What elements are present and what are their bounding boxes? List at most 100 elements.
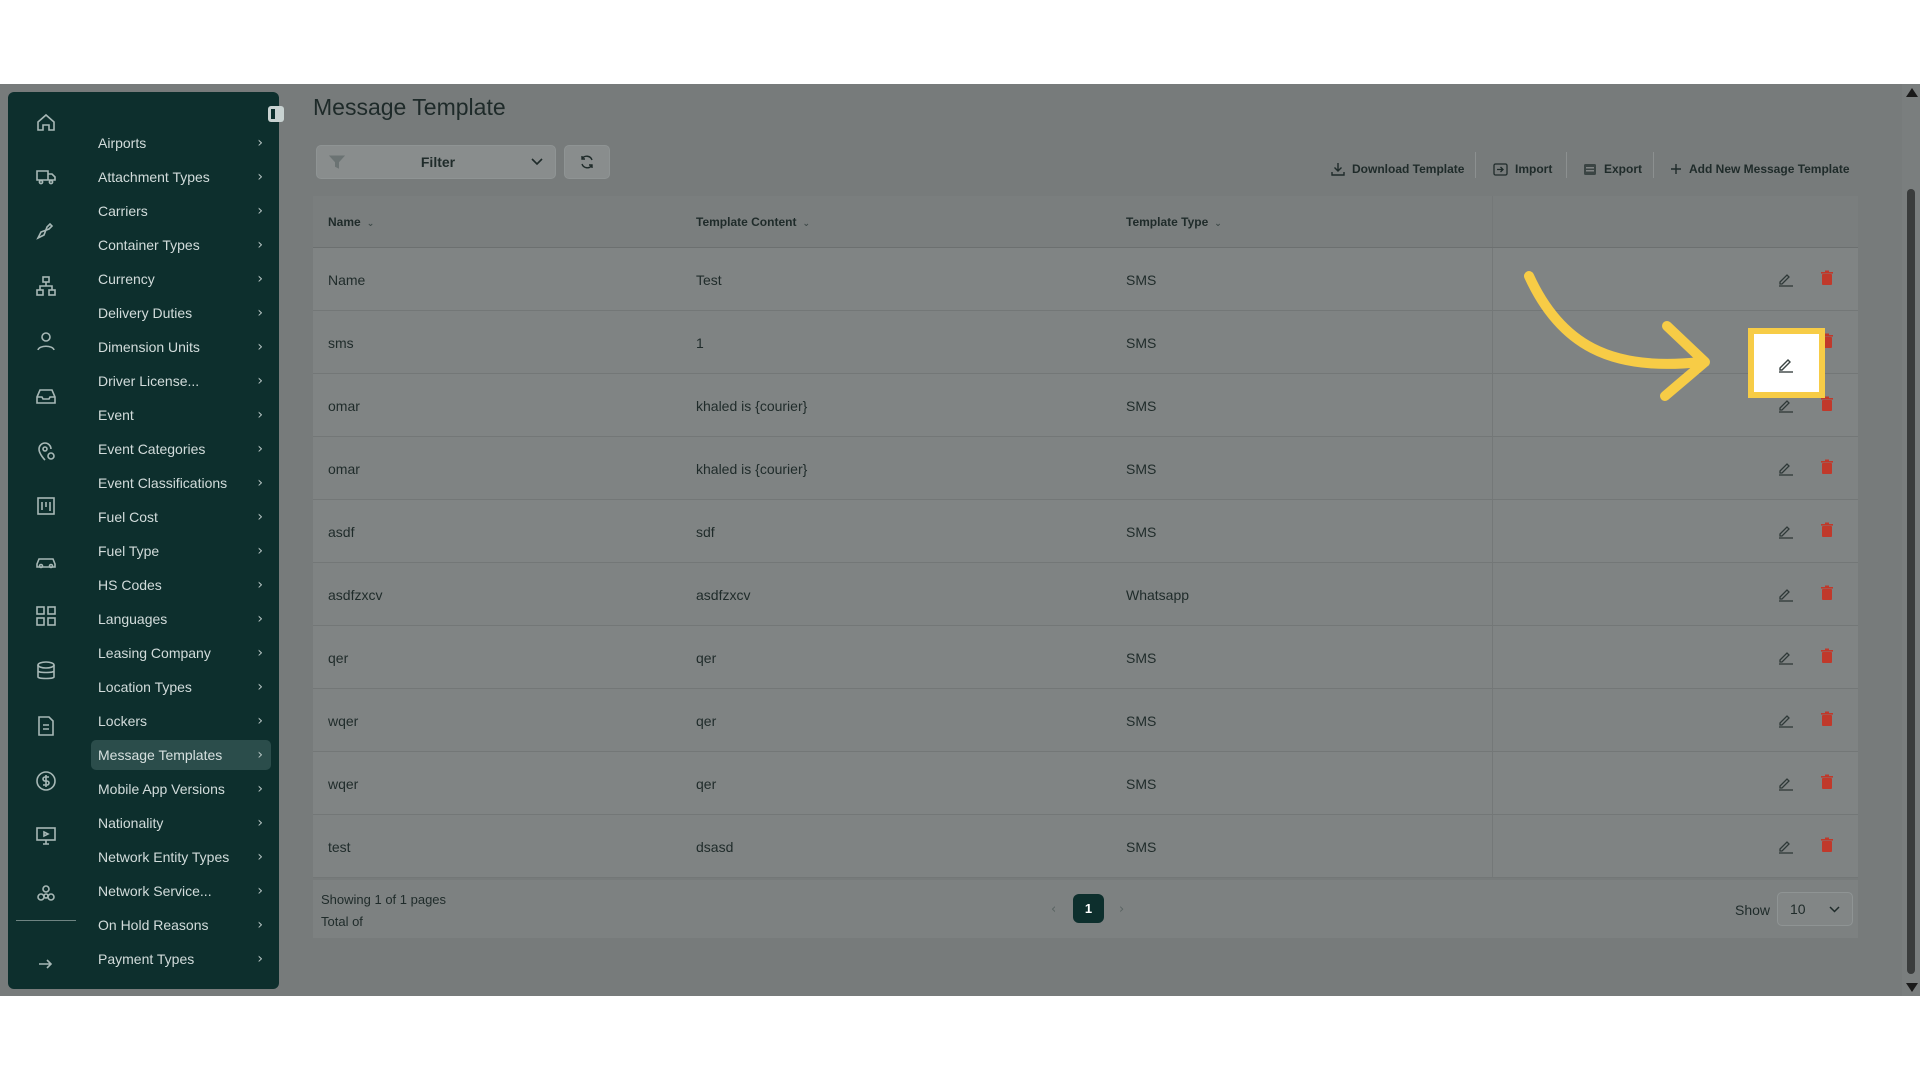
app-window: Airports › Attachment Types › Carriers › Conta… — [0, 84, 1920, 996]
edit-icon[interactable] — [1777, 837, 1795, 855]
sidebar-item-languages[interactable]: Languages › — [91, 604, 271, 634]
import-button[interactable]: Import — [1493, 159, 1552, 179]
highlighted-edit-button[interactable] — [1748, 328, 1825, 398]
sidebar-item-message-templates[interactable]: Message Templates › — [91, 740, 271, 770]
car-icon[interactable] — [32, 547, 60, 575]
trash-icon[interactable] — [1820, 648, 1834, 664]
chevron-right-icon: › — [257, 577, 263, 593]
edit-icon[interactable] — [1777, 585, 1795, 603]
trash-icon[interactable] — [1820, 396, 1834, 412]
column-header-template-content[interactable]: Template Content ⌄ — [696, 215, 810, 229]
sidebar-item-currency[interactable]: Currency › — [91, 264, 271, 294]
sidebar-item-dimension-units[interactable]: Dimension Units › — [91, 332, 271, 362]
refresh-button[interactable] — [564, 145, 610, 179]
sidebar-item-event-categories[interactable]: Event Categories › — [91, 434, 271, 464]
edit-icon[interactable] — [1777, 648, 1795, 666]
home-icon[interactable] — [32, 108, 60, 136]
database-icon[interactable] — [32, 657, 60, 685]
sidebar-item-label: Languages — [98, 611, 168, 627]
user-icon[interactable] — [32, 327, 60, 355]
trash-icon[interactable] — [1820, 459, 1834, 475]
column-divider — [1492, 626, 1493, 688]
column-header-name[interactable]: Name ⌄ — [328, 215, 374, 229]
edit-icon[interactable] — [1777, 459, 1795, 477]
cell-name: Name — [328, 272, 366, 288]
download-template-button[interactable]: Download Template — [1331, 159, 1464, 179]
column-header-template-type[interactable]: Template Type ⌄ — [1126, 215, 1222, 229]
location-settings-icon[interactable] — [32, 437, 60, 465]
sidebar-item-network-service[interactable]: Network Service... › — [91, 876, 271, 906]
download-icon — [1331, 163, 1345, 176]
sidebar-item-driver-license[interactable]: Driver License... › — [91, 366, 271, 396]
sidebar-item-nationality[interactable]: Nationality › — [91, 808, 271, 838]
sidebar-item-mobile-app-versions[interactable]: Mobile App Versions › — [91, 774, 271, 804]
edit-icon[interactable] — [1777, 774, 1795, 792]
trash-icon[interactable] — [1820, 837, 1834, 853]
trash-icon[interactable] — [1820, 522, 1834, 538]
hub-icon[interactable] — [32, 880, 60, 908]
sidebar-item-event-classifications[interactable]: Event Classifications › — [91, 468, 271, 498]
trash-icon[interactable] — [1820, 774, 1834, 790]
sidebar-item-lockers[interactable]: Lockers › — [91, 706, 271, 736]
trash-icon[interactable] — [1820, 270, 1834, 286]
cell-template-type: SMS — [1126, 272, 1157, 288]
pagination-next-button[interactable]: › — [1119, 902, 1124, 917]
sidebar-item-event[interactable]: Event › — [91, 400, 271, 430]
chevron-right-icon: › — [257, 237, 263, 253]
sidebar-item-label: Message Templates — [98, 747, 223, 763]
edit-icon[interactable] — [1777, 522, 1795, 540]
main-content: Message Template Filter Download Templat… — [313, 84, 1858, 996]
sidebar-item-payment-types[interactable]: Payment Types › — [91, 944, 271, 974]
monitor-icon[interactable] — [32, 822, 60, 850]
cell-template-content: qer — [696, 713, 717, 729]
grid-icon[interactable] — [32, 602, 60, 630]
edit-icon[interactable] — [1777, 396, 1795, 414]
filter-icon — [329, 155, 345, 169]
logout-icon[interactable] — [32, 950, 60, 978]
scroll-up-arrow-icon[interactable] — [1906, 88, 1918, 97]
scroll-thumb[interactable] — [1907, 189, 1915, 974]
page-size-select[interactable]: 10 — [1777, 892, 1853, 926]
toolbar-divider — [1475, 152, 1476, 178]
vertical-scrollbar[interactable] — [1902, 84, 1920, 996]
sidebar-item-location-types[interactable]: Location Types › — [91, 672, 271, 702]
edit-icon[interactable] — [1777, 711, 1795, 729]
cell-name: wqer — [328, 776, 359, 792]
callout-arrow-icon — [1524, 271, 1710, 401]
cell-template-content: sdf — [696, 524, 715, 540]
sidebar-item-hs-codes[interactable]: HS Codes › — [91, 570, 271, 600]
export-label: Export — [1604, 162, 1643, 176]
inbox-icon[interactable] — [32, 382, 60, 410]
sidebar-item-carriers[interactable]: Carriers › — [91, 196, 271, 226]
sidebar-item-delivery-duties[interactable]: Delivery Duties › — [91, 298, 271, 328]
add-new-message-template-button[interactable]: Add New Message Template — [1670, 159, 1850, 179]
sidebar-item-airports[interactable]: Airports › — [91, 128, 271, 158]
sort-chevron-icon: ⌄ — [366, 219, 375, 229]
network-icon[interactable] — [32, 272, 60, 300]
sidebar-item-leasing-company[interactable]: Leasing Company › — [91, 638, 271, 668]
sidebar-item-network-entity-types[interactable]: Network Entity Types › — [91, 842, 271, 872]
sidebar-collapse-button[interactable] — [268, 106, 284, 122]
kanban-icon[interactable] — [32, 492, 60, 520]
scroll-down-arrow-icon[interactable] — [1906, 983, 1918, 992]
pagination-prev-button[interactable]: ‹ — [1051, 902, 1056, 917]
export-button[interactable]: Export — [1583, 159, 1642, 179]
chevron-right-icon: › — [257, 611, 263, 627]
cell-template-type: SMS — [1126, 524, 1157, 540]
sidebar-item-fuel-cost[interactable]: Fuel Cost › — [91, 502, 271, 532]
cell-template-type: Whatsapp — [1126, 587, 1190, 603]
truck-icon[interactable] — [32, 162, 60, 190]
trash-icon[interactable] — [1820, 585, 1834, 601]
trash-icon[interactable] — [1820, 711, 1834, 727]
filter-dropdown[interactable]: Filter — [316, 145, 556, 179]
sidebar-item-container-types[interactable]: Container Types › — [91, 230, 271, 260]
sidebar-item-fuel-type[interactable]: Fuel Type › — [91, 536, 271, 566]
sidebar-item-attachment-types[interactable]: Attachment Types › — [91, 162, 271, 192]
dollar-icon[interactable] — [32, 767, 60, 795]
edit-icon[interactable] — [1777, 270, 1795, 288]
pagination-page-1[interactable]: 1 — [1073, 894, 1104, 923]
plane-icon[interactable] — [32, 217, 60, 245]
document-icon[interactable] — [32, 712, 60, 740]
sidebar-item-label: Container Types — [98, 237, 200, 253]
sidebar-item-on-hold-reasons[interactable]: On Hold Reasons › — [91, 910, 271, 940]
